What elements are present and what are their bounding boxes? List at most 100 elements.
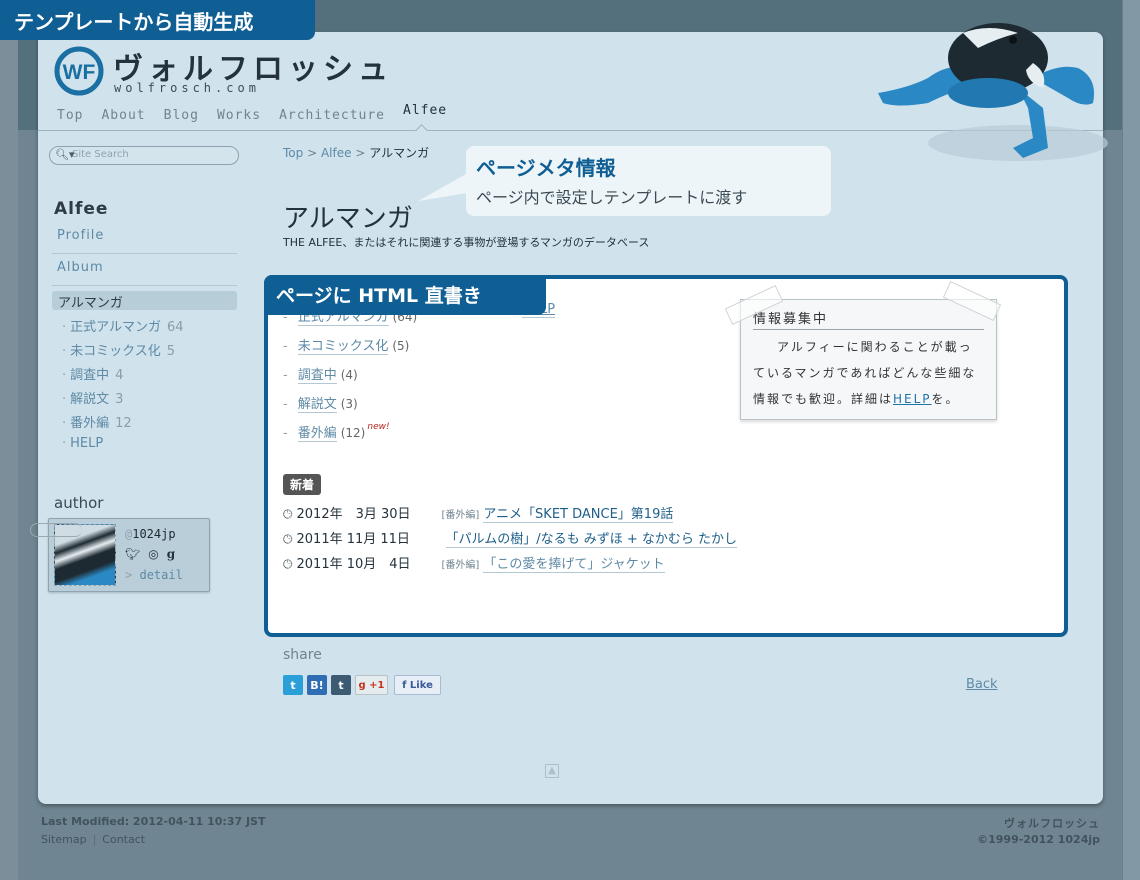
hatena-bookmark-button[interactable]: B! [307, 675, 327, 695]
outer-background-left [0, 0, 18, 880]
info-wanted-note: 情報募集中 アルフィーに関わることが載っているマンガであればどんな些細な情報でも… [740, 299, 997, 420]
author-title: author [54, 494, 104, 512]
share-buttons: t B! t g +1 f Like [283, 675, 441, 695]
main-nav: Top About Blog Works Architecture Alfee [57, 103, 447, 123]
news-link[interactable]: 「この愛を捧げて」ジャケット [483, 553, 665, 573]
handle-text: 1024jp [132, 527, 176, 541]
site-search-input[interactable]: 🔍︎▾ Site Search [49, 146, 239, 165]
nav-top[interactable]: Top [57, 108, 83, 123]
html-annotation-label: ページに HTML 直書き [264, 275, 546, 315]
sidebar-sub-list: · 正式アルマンガ 64 · 未コミックス化 5 · 調査中 4 · 解説文 3 · 番外編 12 … [62, 316, 184, 460]
bullet-icon: · [62, 344, 67, 359]
scroll-top-icon[interactable]: ▲ [545, 764, 559, 778]
sidebar-section-title: Alfee [54, 199, 109, 219]
dribbble-icon[interactable]: ◎ [148, 547, 158, 561]
paperclip-icon [30, 523, 82, 537]
news-link[interactable]: アニメ「SKET DANCE」第19話 [483, 503, 674, 523]
author-detail-link[interactable]: > detail [125, 568, 183, 582]
google-plus-button[interactable]: g +1 [355, 675, 388, 695]
footer-separator: | [92, 833, 97, 846]
clock-icon: 🕒︎ [283, 532, 293, 546]
category-link[interactable]: 番外編 [297, 426, 337, 442]
sub-item-label: HELP [70, 436, 104, 451]
sub-item-count: 5 [166, 344, 176, 359]
search-placeholder: Site Search [72, 149, 129, 160]
sidebar-sub-item[interactable]: · 調査中 4 [62, 364, 184, 388]
nav-alfee[interactable]: Alfee [403, 103, 447, 118]
nav-architecture[interactable]: Architecture [279, 108, 385, 123]
sidebar-item-profile[interactable]: Profile [57, 228, 104, 243]
category-count: (4) [340, 368, 358, 382]
clock-icon: 🕒︎ [283, 557, 293, 571]
category-link[interactable]: 調査中 [297, 368, 337, 384]
news-list: 🕒︎ 2012年 3月 30日 [番外編] アニメ「SKET DANCE」第19話 🕒… [283, 503, 738, 578]
sidebar-sub-item[interactable]: · 正式アルマンガ 64 [62, 316, 184, 340]
sidebar-sub-item[interactable]: · HELP [62, 436, 184, 460]
news-date: 2012年 3月 30日 [296, 507, 411, 522]
twitter-share-button[interactable]: t [283, 675, 303, 695]
sub-item-count: 12 [115, 416, 132, 431]
breadcrumb-top[interactable]: Top [283, 146, 303, 160]
news-item: 🕒︎ 2012年 3月 30日 [番外編] アニメ「SKET DANCE」第19話 [283, 503, 737, 528]
author-handle[interactable]: @1024jp [125, 527, 176, 541]
news-date: 2011年 11月 11日 [296, 532, 410, 547]
dash-icon: - [283, 339, 288, 354]
news-link[interactable]: 「パルムの樹」/なるも みずほ + なかむら たかし [445, 528, 738, 548]
sidebar-item-album[interactable]: Album [57, 260, 104, 275]
sidebar-item-current[interactable]: アルマンガ [52, 291, 237, 311]
nav-works[interactable]: Works [217, 108, 261, 123]
meta-annotation-callout: ページメタ情報 ページ内で設定しテンプレートに渡す [466, 146, 831, 216]
category-count: (12) [340, 426, 366, 440]
twitter-icon[interactable]: 🐦︎ [125, 547, 140, 561]
sns-links: 🐦︎ ◎ g [125, 547, 175, 561]
note-title: 情報募集中 [753, 308, 984, 330]
chevron-right-icon: > [125, 568, 133, 582]
footer-copyright: ©1999-2012 1024jp [977, 833, 1100, 846]
sub-item-label: 正式アルマンガ [70, 320, 162, 335]
news-badge: 新着 [283, 474, 322, 495]
frog-mascot-icon [878, 23, 1108, 161]
news-item: 🕒︎ 2011年 10月 4日 [番外編] 「この愛を捧げて」ジャケット [283, 553, 737, 578]
breadcrumb-current: アルマンガ [369, 146, 430, 160]
sitemap-link[interactable]: Sitemap [41, 833, 87, 846]
note-text-end: を。 [931, 392, 960, 406]
sub-item-label: 解説文 [70, 392, 110, 407]
logo-text: WF [63, 61, 96, 84]
breadcrumb-separator: > [307, 146, 318, 160]
footer-links: Sitemap | Contact [41, 833, 145, 846]
sub-item-label: 未コミックス化 [70, 344, 161, 359]
share-title: share [283, 647, 322, 663]
contact-link[interactable]: Contact [102, 833, 145, 846]
new-badge: new! [367, 422, 390, 432]
logo-icon[interactable]: WF [54, 46, 104, 96]
tumblr-share-button[interactable]: t [331, 675, 351, 695]
category-link[interactable]: 未コミックス化 [297, 339, 389, 355]
github-icon[interactable]: g [167, 547, 175, 561]
note-help-link[interactable]: HELP [893, 392, 932, 406]
bullet-icon: · [62, 392, 67, 407]
sidebar-sub-item[interactable]: · 解説文 3 [62, 388, 184, 412]
detail-label: detail [139, 568, 183, 582]
sub-item-count: 4 [115, 368, 124, 383]
site-url: wolfrosch.com [114, 81, 260, 95]
sidebar-sub-item[interactable]: · 未コミックス化 5 [62, 340, 184, 364]
dash-icon: - [283, 368, 288, 383]
dash-icon: - [283, 397, 288, 412]
nav-blog[interactable]: Blog [164, 108, 199, 123]
category-item: - 調査中 (4) [283, 364, 417, 393]
category-list: - 正式アルマンガ (64) - 未コミックス化 (5) - 調査中 (4) - 解説文 (3)… [283, 306, 417, 451]
news-tag: [番外編] [441, 560, 480, 571]
news-item: 🕒︎ 2011年 11月 11日 「パルムの樹」/なるも みずほ + なかむら たか… [283, 528, 738, 553]
category-link[interactable]: 解説文 [297, 397, 337, 413]
last-modified: Last Modified: 2012-04-11 10:37 JST [41, 815, 266, 828]
facebook-like-button[interactable]: f Like [394, 675, 441, 695]
bullet-icon: · [62, 320, 67, 335]
note-body: アルフィーに関わることが載っているマンガであればどんな些細な情報でも歓迎。詳細は… [753, 334, 984, 412]
sidebar-sub-item[interactable]: · 番外編 12 [62, 412, 184, 436]
category-count: (5) [392, 339, 410, 353]
breadcrumb-alfee[interactable]: Alfee [321, 146, 352, 160]
breadcrumb-separator: > [355, 146, 366, 160]
back-link[interactable]: Back [966, 677, 998, 692]
nav-about[interactable]: About [101, 108, 145, 123]
page-title: アルマンガ [283, 204, 413, 234]
